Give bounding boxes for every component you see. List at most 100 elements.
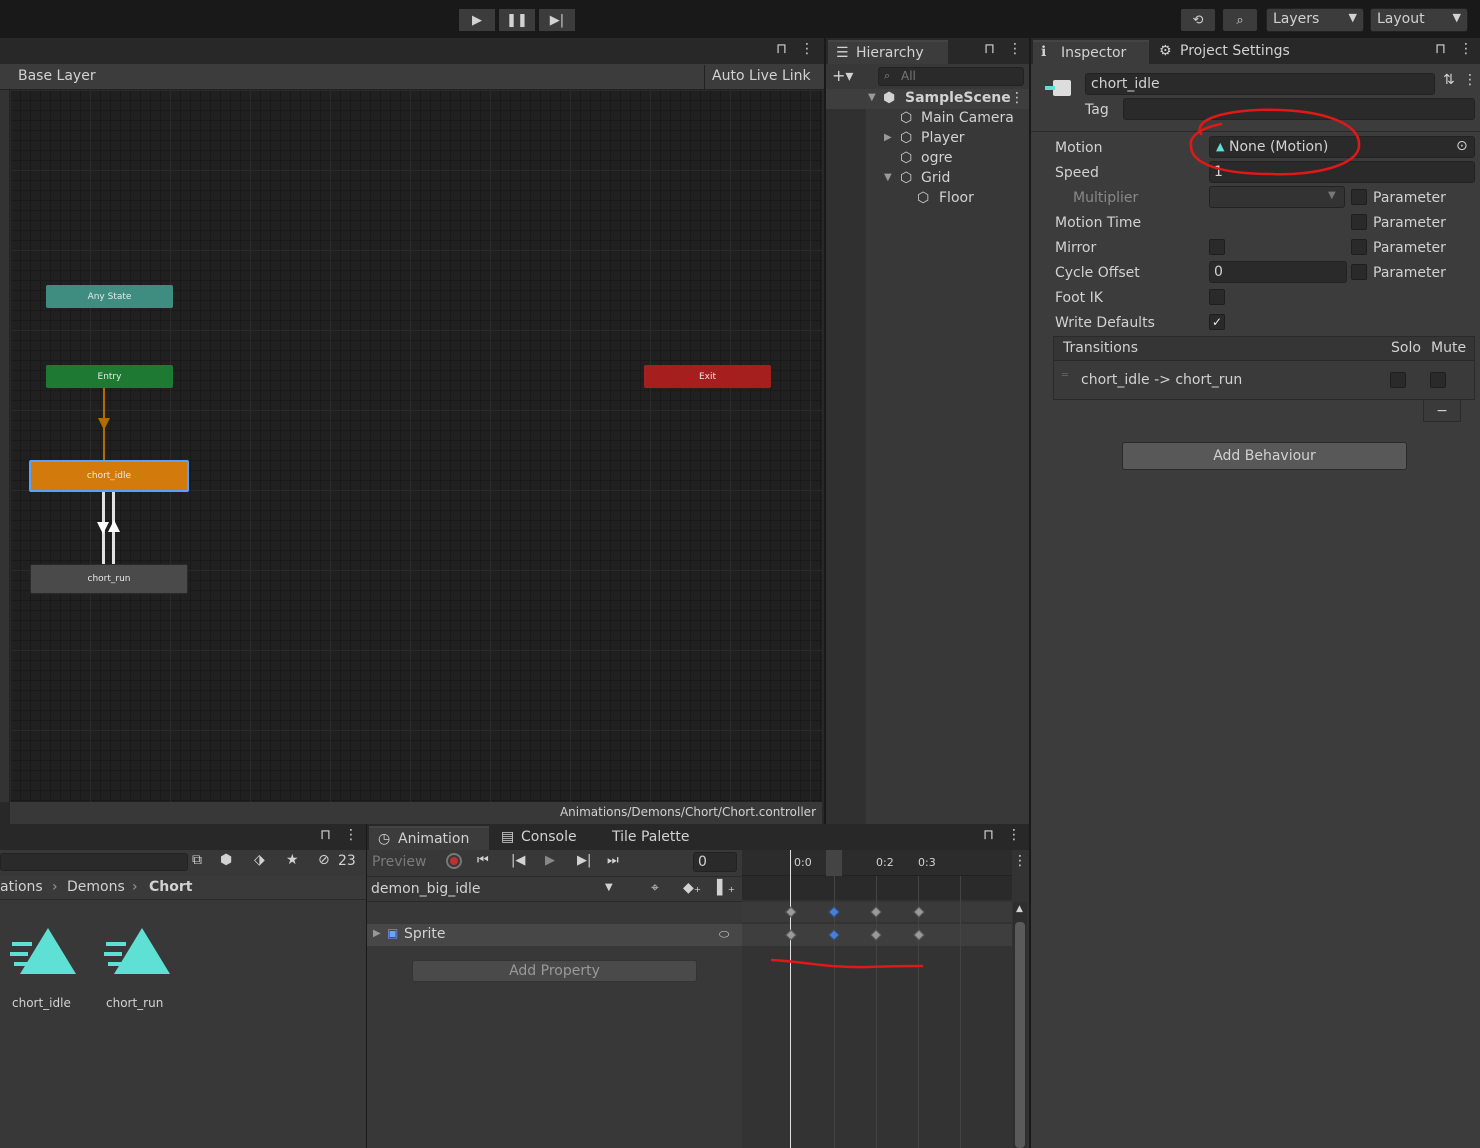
property-options-icon[interactable]: ⬭ [719, 927, 729, 942]
lock-icon[interactable]: ⊓ [320, 827, 331, 843]
expand-arrow-icon[interactable]: ▼ [884, 172, 892, 183]
add-plus-icon[interactable]: +▾ [832, 66, 853, 85]
pause-button[interactable]: ❚❚ [498, 8, 536, 32]
more-icon[interactable]: ⋮ [1010, 90, 1024, 106]
hierarchy-item[interactable]: ⬡ Main Camera [826, 109, 1029, 129]
label-filter-icon[interactable]: ⬗ [254, 852, 265, 868]
next-key-icon[interactable]: ▶| [577, 853, 591, 868]
hierarchy-item[interactable]: ⬡ Floor [826, 189, 1029, 209]
layers-sidebar-collapsed[interactable] [0, 90, 10, 802]
dopesheet-scrollbar[interactable]: ▲ [1013, 902, 1027, 1148]
add-property-button[interactable]: Add Property [412, 960, 697, 982]
tab-hierarchy[interactable]: ☰ Hierarchy [828, 40, 948, 64]
solo-checkbox[interactable] [1390, 372, 1406, 388]
more-icon[interactable]: ⋮ [1013, 853, 1027, 869]
search-button[interactable]: ⌕ [1222, 8, 1258, 32]
play-button[interactable]: ▶ [458, 8, 496, 32]
exit-node[interactable]: Exit [644, 365, 771, 388]
motion-time-parameter-checkbox[interactable] [1351, 214, 1367, 230]
hierarchy-item[interactable]: ▼ ⬡ Grid [826, 169, 1029, 189]
object-picker-icon[interactable]: ⊙ [1456, 138, 1468, 154]
mirror-parameter-checkbox[interactable] [1351, 239, 1367, 255]
panel-splitter[interactable] [366, 824, 367, 1148]
chort-idle-node[interactable]: chort_idle [29, 460, 189, 492]
multiplier-dropdown[interactable]: ▼ [1209, 186, 1345, 208]
timeline-ruler[interactable]: 0:0 0:2 0:3 [742, 850, 1012, 876]
layout-dropdown[interactable]: Layout ▼ [1370, 8, 1468, 32]
previous-key-icon[interactable]: |◀ [511, 853, 525, 868]
panel-splitter[interactable] [1029, 38, 1031, 1148]
state-machine-graph[interactable]: Any State Entry Exit chort_idle chort_ru… [10, 90, 822, 802]
expand-arrow-icon[interactable]: ▶ [884, 132, 892, 143]
history-button[interactable]: ⟲ [1180, 8, 1216, 32]
hierarchy-item[interactable]: ▶ ⬡ Player [826, 129, 1029, 149]
events-track[interactable] [742, 876, 1012, 900]
type-filter-icon[interactable]: ⬢ [220, 852, 232, 868]
more-icon[interactable]: ⋮ [1007, 827, 1021, 843]
scroll-up-arrow-icon[interactable]: ▲ [1016, 904, 1023, 914]
breadcrumb-item[interactable]: Demons [67, 879, 125, 895]
breadcrumb-item[interactable]: Chort [149, 879, 192, 895]
tab-tile-palette[interactable]: Tile Palette [603, 826, 703, 850]
scrollbar-thumb[interactable] [1015, 922, 1025, 1148]
asset-item[interactable]: chort_run [98, 920, 176, 1020]
layers-dropdown[interactable]: Layers ▼ [1266, 8, 1364, 32]
chort-run-node[interactable]: chort_run [30, 564, 188, 594]
mute-checkbox[interactable] [1430, 372, 1446, 388]
preview-button[interactable]: Preview [372, 854, 427, 870]
more-icon[interactable]: ⋮ [1008, 41, 1022, 57]
first-key-icon[interactable]: ⏮ [477, 853, 489, 868]
lock-icon[interactable]: ⊓ [983, 827, 994, 843]
expand-arrow-icon[interactable]: ▶ [373, 928, 381, 939]
mirror-checkbox[interactable] [1209, 239, 1225, 255]
add-event-icon[interactable]: ▌₊ [717, 880, 735, 896]
tab-inspector[interactable]: ℹ Inspector [1033, 40, 1149, 64]
add-keyframe-icon[interactable]: ◆₊ [683, 880, 701, 896]
lock-icon[interactable]: ⊓ [984, 41, 995, 57]
playhead[interactable] [790, 850, 791, 1148]
hidden-eye-icon[interactable]: ⊘ [318, 852, 330, 868]
drag-handle-icon[interactable]: ═ [1062, 370, 1068, 381]
hierarchy-item[interactable]: ⬡ ogre [826, 149, 1029, 169]
expand-arrow-icon[interactable]: ▼ [868, 92, 876, 103]
lock-icon[interactable]: ⊓ [1435, 41, 1446, 57]
base-layer-breadcrumb[interactable]: Base Layer [18, 68, 96, 84]
cycle-offset-field[interactable]: 0 [1209, 261, 1347, 283]
play-icon[interactable]: ▶ [545, 853, 555, 868]
settings-sliders-icon[interactable]: ⇅ [1443, 72, 1455, 88]
last-key-icon[interactable]: ⏭ [607, 853, 619, 868]
panel-splitter[interactable] [824, 38, 826, 824]
entry-node[interactable]: Entry [46, 365, 173, 388]
scene-row[interactable]: ▼ ⬢ SampleScene ⋮ [826, 89, 1029, 109]
asset-item[interactable]: chort_idle [4, 920, 82, 1020]
step-button[interactable]: ▶| [538, 8, 576, 32]
cycle-offset-parameter-checkbox[interactable] [1351, 264, 1367, 280]
auto-live-link-button[interactable]: Auto Live Link [704, 65, 822, 89]
hierarchy-search-input[interactable]: ⌕ All [878, 67, 1024, 86]
remove-transition-button[interactable]: − [1423, 400, 1461, 422]
target-icon[interactable]: ⌖ [651, 880, 659, 896]
tab-console[interactable]: ▤ Console [495, 826, 595, 850]
foot-ik-checkbox[interactable] [1209, 289, 1225, 305]
more-icon[interactable]: ⋮ [344, 827, 358, 843]
state-name-field[interactable]: chort_idle [1085, 73, 1435, 95]
more-icon[interactable]: ⋮ [1463, 72, 1477, 88]
multiplier-parameter-checkbox[interactable] [1351, 189, 1367, 205]
search-filter-icon[interactable]: ⧉ [192, 852, 202, 868]
more-icon[interactable]: ⋮ [1459, 41, 1473, 57]
tab-animation[interactable]: ◷ Animation [369, 826, 489, 850]
any-state-node[interactable]: Any State [46, 285, 173, 308]
lock-icon[interactable]: ⊓ [776, 41, 787, 57]
record-button[interactable] [446, 853, 462, 869]
frame-field[interactable]: 0 [693, 852, 737, 872]
clip-dropdown[interactable]: demon_big_idle ▼ [367, 877, 623, 901]
transition-row[interactable]: ═ chort_idle -> chort_run [1054, 362, 1474, 400]
sprite-property-row[interactable]: ▶ ▣ Sprite ⬭ [367, 924, 742, 946]
favorite-star-icon[interactable]: ★ [286, 852, 299, 868]
add-behaviour-button[interactable]: Add Behaviour [1122, 442, 1407, 470]
write-defaults-checkbox[interactable]: ✓ [1209, 314, 1225, 330]
breadcrumb-item[interactable]: ations [0, 879, 43, 895]
tab-project-settings[interactable]: ⚙ Project Settings [1153, 40, 1313, 64]
dopesheet-panel[interactable]: 0:0 0:2 0:3 ⋮ ▲ [742, 850, 1029, 1148]
more-icon[interactable]: ⋮ [800, 41, 814, 57]
